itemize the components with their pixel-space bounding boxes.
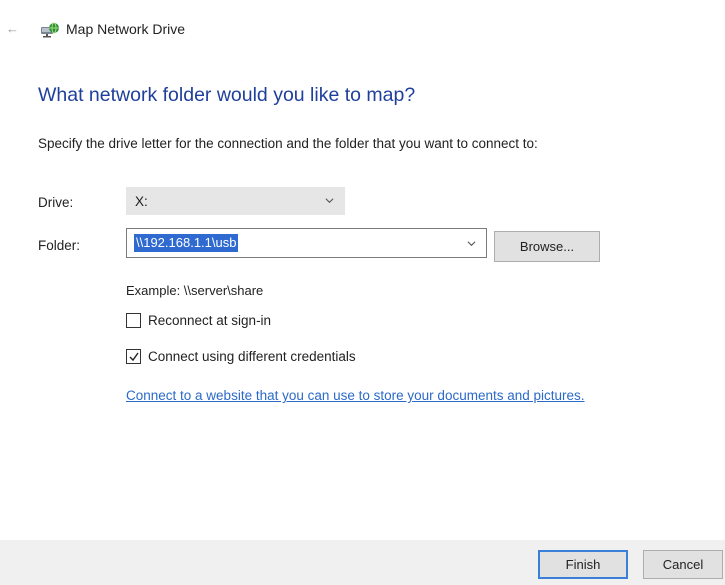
drive-letter-select[interactable]: X: [126, 187, 345, 215]
map-network-drive-dialog: ← Map Network Drive What network folder … [0, 0, 725, 585]
example-text: Example: \\server\share [126, 283, 264, 298]
chevron-down-icon [325, 198, 334, 204]
folder-path-value: \\192.168.1.1\usb [134, 234, 239, 252]
network-drive-icon [41, 22, 59, 38]
reconnect-checkbox[interactable] [126, 313, 141, 328]
window-title: Map Network Drive [66, 21, 186, 37]
instruction-text: Specify the drive letter for the connect… [38, 136, 538, 151]
check-mark-icon [129, 352, 139, 362]
page-heading: What network folder would you like to ma… [38, 84, 416, 106]
credentials-checkbox[interactable] [126, 349, 141, 364]
reconnect-label[interactable]: Reconnect at sign-in [148, 313, 271, 328]
dialog-footer: Finish Cancel [0, 540, 725, 585]
drive-label: Drive: [38, 195, 74, 210]
website-storage-link[interactable]: Connect to a website that you can use to… [126, 388, 585, 403]
folder-label: Folder: [38, 238, 81, 253]
folder-path-input[interactable]: \\192.168.1.1\usb [126, 228, 487, 258]
cancel-button[interactable]: Cancel [643, 550, 723, 579]
credentials-label[interactable]: Connect using different credentials [148, 349, 356, 364]
chevron-down-icon[interactable] [467, 239, 476, 248]
drive-letter-value: X: [135, 194, 148, 209]
back-arrow-icon[interactable]: ← [6, 22, 19, 36]
browse-button[interactable]: Browse... [494, 231, 600, 262]
title-bar: ← Map Network Drive [0, 0, 725, 62]
finish-button[interactable]: Finish [538, 550, 628, 579]
